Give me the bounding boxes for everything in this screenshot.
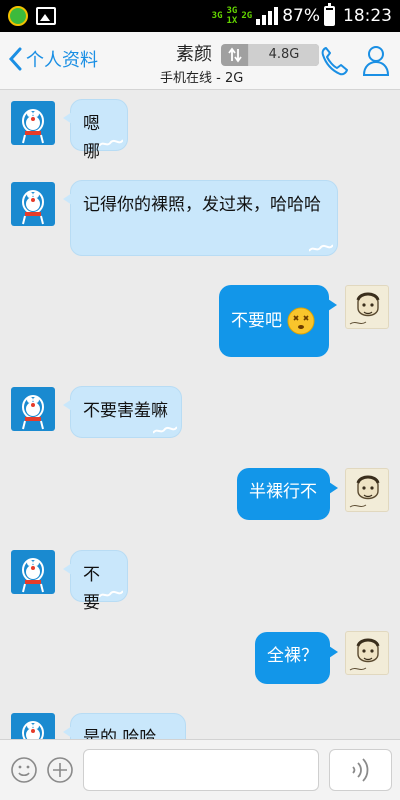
sketch-portrait-avatar-icon: [349, 475, 380, 508]
incoming-message-bubble[interactable]: 是的 哈哈哈: [63, 713, 186, 739]
wave-decoration-icon: [99, 139, 123, 147]
emoji-icon: [11, 757, 37, 783]
outgoing-message-bubble[interactable]: 不要吧: [219, 285, 337, 357]
message-text: 不要: [83, 565, 100, 613]
chevron-left-icon: [8, 47, 22, 71]
more-button[interactable]: [46, 756, 74, 788]
doraemon-avatar-icon: [22, 558, 44, 593]
my-avatar[interactable]: [345, 285, 389, 329]
contact-avatar[interactable]: [11, 387, 55, 431]
signal-icon: [256, 7, 279, 25]
voice-button[interactable]: [329, 749, 392, 791]
person-icon: [362, 46, 390, 76]
battery-icon: [324, 3, 335, 26]
message-text: 全裸？: [267, 646, 318, 666]
app-notification-icon: [8, 6, 28, 26]
back-label: 个人资料: [26, 50, 98, 71]
voice-icon: [351, 758, 368, 782]
phone-call-button[interactable]: [320, 46, 348, 80]
contact-avatar[interactable]: [11, 713, 55, 739]
dizzy-face-emoji-icon: [287, 307, 315, 335]
message-input-bar: [0, 739, 400, 800]
sketch-portrait-avatar-icon: [349, 292, 380, 325]
clock: 18:23: [343, 6, 392, 26]
profile-button[interactable]: [362, 44, 390, 80]
message-text: 记得你的裸照，发过来，哈哈哈: [83, 195, 321, 215]
contact-avatar[interactable]: [11, 101, 55, 145]
message-list[interactable]: 嗯哪 记得你的裸照，发过来，哈哈哈 不要吧 不要害羞嘛 半裸行不 不要 全裸？ …: [0, 91, 400, 739]
message-text: 嗯哪: [83, 114, 100, 162]
contact-avatar[interactable]: [11, 550, 55, 594]
data-usage-value: 4.8G: [249, 44, 319, 66]
incoming-message-bubble[interactable]: 不要害羞嘛: [63, 386, 182, 438]
network-2g-indicator: 2G: [241, 11, 253, 21]
plus-icon: [47, 757, 73, 783]
wave-decoration-icon: [309, 244, 333, 252]
data-transfer-icon: [221, 44, 249, 66]
incoming-message-bubble[interactable]: 记得你的裸照，发过来，哈哈哈: [63, 180, 338, 256]
battery-percent: 87%: [282, 6, 320, 26]
image-notification-icon: [36, 7, 56, 25]
outgoing-message-bubble[interactable]: 全裸？: [255, 632, 338, 684]
data-usage-badge: 4.8G: [221, 44, 319, 66]
emoji-button[interactable]: [10, 756, 38, 788]
sketch-portrait-avatar-icon: [349, 638, 380, 671]
outgoing-message-bubble[interactable]: 半裸行不: [237, 468, 338, 520]
doraemon-avatar-icon: [22, 395, 44, 430]
phone-icon: [321, 47, 348, 76]
contact-avatar[interactable]: [11, 182, 55, 226]
doraemon-avatar-icon: [22, 190, 44, 225]
doraemon-avatar-icon: [22, 109, 44, 144]
chat-header: 个人资料 素颜 4.8G 手机在线 - 2G: [0, 32, 400, 90]
message-text: 不要吧: [231, 311, 282, 331]
my-avatar[interactable]: [345, 468, 389, 512]
network-3g-1x-indicator: 3G 1X: [226, 6, 238, 26]
contact-status: 手机在线 - 2G: [160, 71, 244, 86]
message-input[interactable]: [83, 749, 319, 791]
network-3g-indicator: 3G: [211, 11, 223, 21]
message-text: 半裸行不: [249, 482, 317, 502]
status-bar: 3G 3G 1X 2G 87% 18:23: [0, 0, 400, 32]
doraemon-avatar-icon: [22, 721, 44, 739]
wave-decoration-icon: [153, 426, 177, 434]
my-avatar[interactable]: [345, 631, 389, 675]
wave-decoration-icon: [99, 590, 123, 598]
contact-name: 素颜: [176, 44, 212, 65]
incoming-message-bubble[interactable]: 不要: [63, 550, 128, 613]
incoming-message-bubble[interactable]: 嗯哪: [63, 99, 128, 162]
message-text: 不要害羞嘛: [83, 401, 168, 421]
back-button[interactable]: 个人资料: [8, 46, 98, 72]
message-text: 是的 哈哈哈: [83, 728, 157, 739]
